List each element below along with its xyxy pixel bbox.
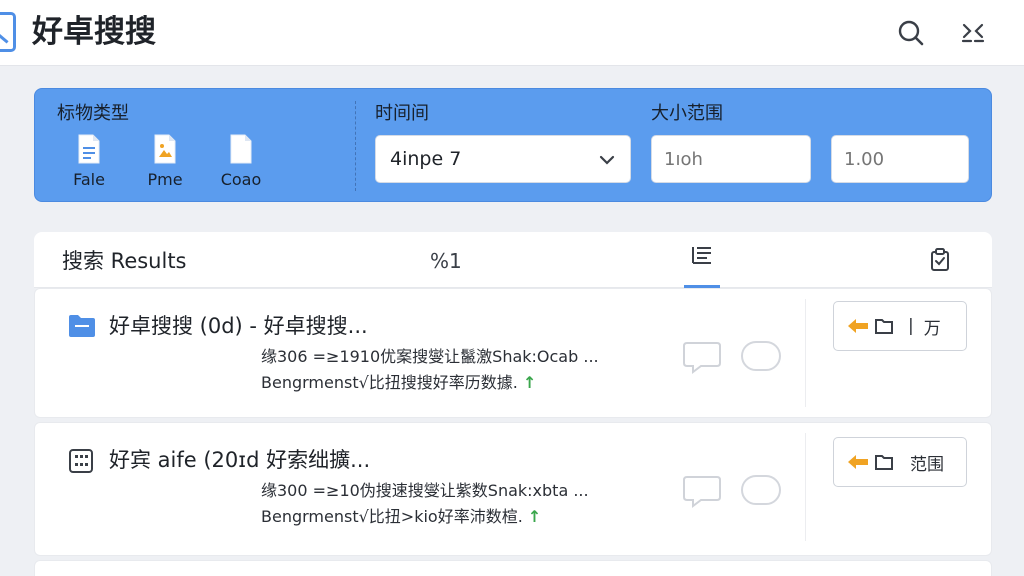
search-icon <box>898 20 924 46</box>
type-option-image[interactable]: Pme <box>135 133 195 193</box>
comment-button[interactable] <box>681 339 723 375</box>
action-label: 范围 <box>910 454 944 475</box>
action-label: 万 <box>923 318 941 339</box>
app-header: 好卓搜搜 <box>0 0 1024 66</box>
search-button[interactable] <box>894 16 928 50</box>
result-meta: Bengrmenst√比扭搜搜好率历数據. ↑ <box>261 373 536 393</box>
folder-outline-icon <box>875 455 893 470</box>
chevron-down-icon <box>599 155 615 165</box>
result-meta-text: Bengrmenst√比扭搜搜好率历数據. <box>261 373 518 392</box>
type-option-label: Pme <box>147 170 183 189</box>
image-file-icon <box>154 134 176 164</box>
open-folder-button[interactable]: 范围 <box>833 437 967 487</box>
result-title[interactable]: 好卓搜搜 (0d) - 好卓搜搜... <box>109 313 368 339</box>
size-max-input[interactable] <box>831 135 969 183</box>
comment-button[interactable] <box>681 473 723 509</box>
result-title[interactable]: 好宾 aife (20ɪd 好索绌擴... <box>109 447 370 473</box>
type-option-file[interactable]: Fale <box>59 133 119 193</box>
type-filter-label: 标物类型 <box>57 103 129 124</box>
card-divider <box>805 433 806 541</box>
toggle-switch[interactable] <box>741 341 781 371</box>
app-title: 好卓搜搜 <box>32 14 156 50</box>
result-snippet: 缘306 =≥1910优案搜燮让鬣激Shak:Ocab ... <box>261 347 599 366</box>
result-item[interactable] <box>34 560 992 576</box>
tab-list-view[interactable] <box>682 242 722 288</box>
collapse-button[interactable] <box>956 16 990 50</box>
results-header: 搜索 Results %1 <box>34 232 992 288</box>
open-folder-button[interactable]: | 万 <box>833 301 967 351</box>
toggle-switch[interactable] <box>741 475 781 505</box>
filter-panel: 标物类型 Fale Pme Coao 时间间 4inpe 7 大小范围 1ıoh… <box>34 88 992 202</box>
arrow-left-icon <box>848 319 868 333</box>
arrow-left-icon <box>848 455 868 469</box>
type-option-label: Coao <box>220 170 262 189</box>
clipboard-check-icon <box>931 248 949 271</box>
list-view-icon <box>692 247 711 264</box>
code-file-icon <box>230 134 252 164</box>
result-meta: Bengrmenst√比扭>kio好率沛数楦. ↑ <box>261 507 541 527</box>
results-title: 搜索 Results <box>62 249 187 273</box>
time-range-value: 4inpe 7 <box>390 148 462 170</box>
result-snippet: 缘300 =≥10伪搜速搜燮让紫数Snak:xbta ... <box>261 481 589 500</box>
filter-divider <box>355 101 356 191</box>
card-divider <box>805 299 806 407</box>
time-range-select[interactable]: 4inpe 7 <box>375 135 631 183</box>
folder-outline-icon <box>875 319 893 334</box>
app-logo-icon <box>0 12 16 52</box>
type-option-code[interactable]: Coao <box>211 133 271 193</box>
result-meta-text: Bengrmenst√比扭>kio好率沛数楦. <box>261 507 523 526</box>
size-min-input[interactable] <box>651 135 811 183</box>
arrow-up-icon: ↑ <box>527 507 542 526</box>
size-filter-label: 大小范围 <box>651 103 723 124</box>
time-filter-label: 时间间 <box>375 103 429 124</box>
action-separator: | <box>908 316 914 336</box>
comment-icon <box>683 476 721 508</box>
tab-checklist-view[interactable] <box>922 242 958 278</box>
result-item[interactable]: 好宾 aife (20ɪd 好索绌擴... 缘300 =≥10伪搜速搜燮让紫数S… <box>34 422 992 556</box>
type-option-label: Fale <box>73 170 105 189</box>
grid-file-icon <box>69 449 93 473</box>
results-count: %1 <box>430 249 462 273</box>
comment-icon <box>683 342 721 374</box>
collapse-icon <box>961 23 985 43</box>
file-icon <box>78 134 100 164</box>
result-item[interactable]: 好卓搜搜 (0d) - 好卓搜搜... 缘306 =≥1910优案搜燮让鬣激Sh… <box>34 288 992 418</box>
folder-icon <box>69 315 95 337</box>
arrow-up-icon: ↑ <box>522 373 537 392</box>
